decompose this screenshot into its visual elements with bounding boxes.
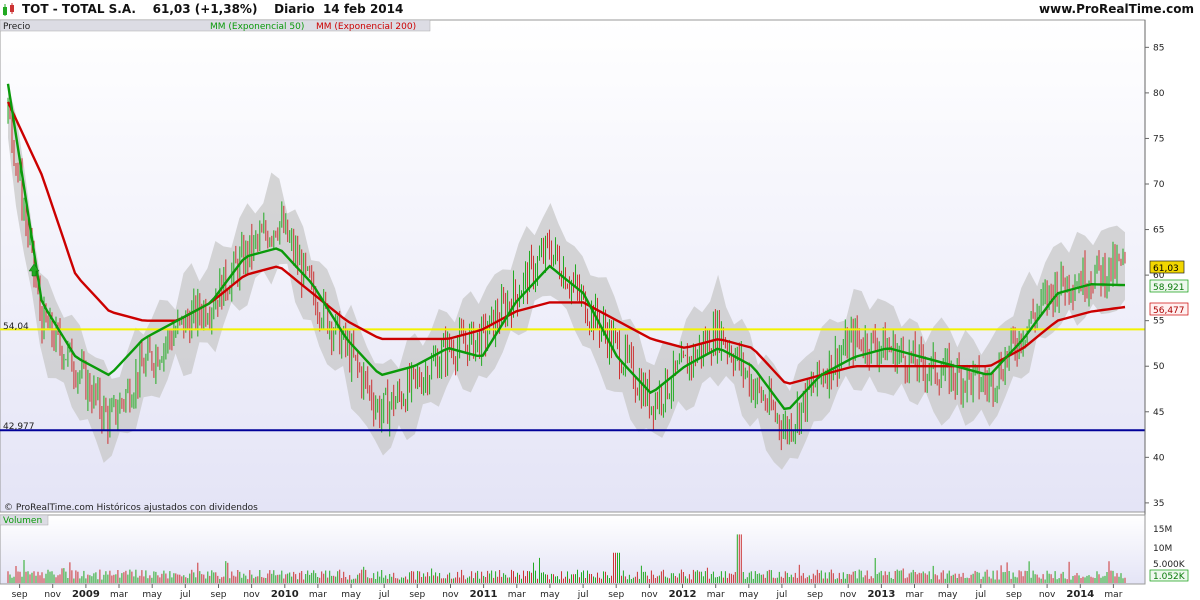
volume-panel: Volumen 15M 10M 5.000K 1.052K	[0, 514, 1189, 585]
y-tick-label: 70	[1153, 180, 1165, 190]
x-tick-label: sep	[211, 590, 227, 600]
y-tick-label: 45	[1153, 408, 1164, 418]
volume-axis-label-10m: 10M	[1153, 544, 1172, 554]
volume-label: Volumen	[3, 516, 42, 526]
x-tick-label: may	[142, 590, 162, 600]
legend-ema50: MM (Exponencial 50)	[210, 22, 304, 32]
x-tick-label: jul	[378, 590, 390, 600]
price-axis: 3540455055606570758085	[1144, 20, 1165, 584]
last-price-badge: 61,03	[1153, 264, 1179, 274]
x-tick-label: mar	[707, 590, 725, 600]
volume-plot-area	[0, 514, 1146, 585]
y-tick-label: 40	[1153, 453, 1165, 463]
legend-ema200: MM (Exponencial 200)	[316, 22, 416, 32]
price-panel: Precio MM (Exponencial 50) MM (Exponenci…	[0, 19, 1146, 513]
volume-axis-label-5m: 5.000K	[1153, 560, 1186, 570]
y-tick-label: 55	[1153, 317, 1164, 327]
ema50-badge: 58,921	[1153, 283, 1185, 293]
x-tick-label: 2010	[271, 589, 299, 600]
x-tick-label: 2014	[1066, 589, 1094, 600]
x-tick-label: sep	[807, 590, 823, 600]
x-tick-label: may	[739, 590, 759, 600]
x-tick-label: 2009	[72, 589, 100, 600]
x-tick-label: jul	[179, 590, 191, 600]
x-tick-label: nov	[840, 590, 857, 600]
x-tick-label: sep	[12, 590, 28, 600]
time-axis: sep nov 2009 mar may jul sep nov 2010 mar may jul se…	[12, 584, 1123, 600]
x-tick-label: 2011	[470, 589, 498, 600]
y-tick-label: 80	[1153, 89, 1165, 99]
x-tick-label: mar	[906, 590, 924, 600]
price-badges: 61,03 58,921 56,477	[1149, 260, 1189, 316]
y-tick-label: 35	[1153, 499, 1164, 509]
stock-chart: Precio MM (Exponencial 50) MM (Exponenci…	[0, 19, 1189, 600]
x-tick-label: 2013	[867, 589, 895, 600]
y-tick-label: 75	[1153, 134, 1164, 144]
x-tick-label: jul	[974, 590, 986, 600]
legend-bar: Precio MM (Exponencial 50) MM (Exponenci…	[0, 19, 431, 32]
x-tick-label: nov	[1039, 590, 1056, 600]
x-tick-label: may	[540, 590, 560, 600]
volume-badge: 1.052K	[1153, 572, 1186, 582]
x-tick-label: sep	[1006, 590, 1022, 600]
x-tick-label: nov	[442, 590, 459, 600]
x-tick-label: sep	[409, 590, 425, 600]
price-label: Precio	[3, 22, 31, 32]
level-blue-label: 42,977	[3, 422, 35, 432]
ema200-badge: 56,477	[1153, 306, 1185, 316]
x-tick-label: jul	[776, 590, 788, 600]
x-tick-label: 2012	[669, 589, 697, 600]
x-tick-label: may	[341, 590, 361, 600]
x-tick-label: mar	[110, 590, 128, 600]
x-tick-label: sep	[608, 590, 624, 600]
level-yellow-label: 54,04	[3, 322, 29, 332]
x-tick-label: nov	[243, 590, 260, 600]
copyright-note: © ProRealTime.com Históricos ajustados c…	[4, 502, 258, 513]
x-tick-label: may	[938, 590, 958, 600]
y-tick-label: 50	[1153, 362, 1165, 372]
x-tick-label: jul	[577, 590, 589, 600]
x-tick-label: mar	[508, 590, 526, 600]
y-tick-label: 65	[1153, 226, 1164, 236]
y-tick-label: 85	[1153, 43, 1164, 53]
x-tick-label: nov	[641, 590, 658, 600]
x-tick-label: mar	[1104, 590, 1122, 600]
volume-axis-label-15m: 15M	[1153, 525, 1172, 535]
x-tick-label: mar	[309, 590, 327, 600]
x-tick-label: nov	[44, 590, 61, 600]
